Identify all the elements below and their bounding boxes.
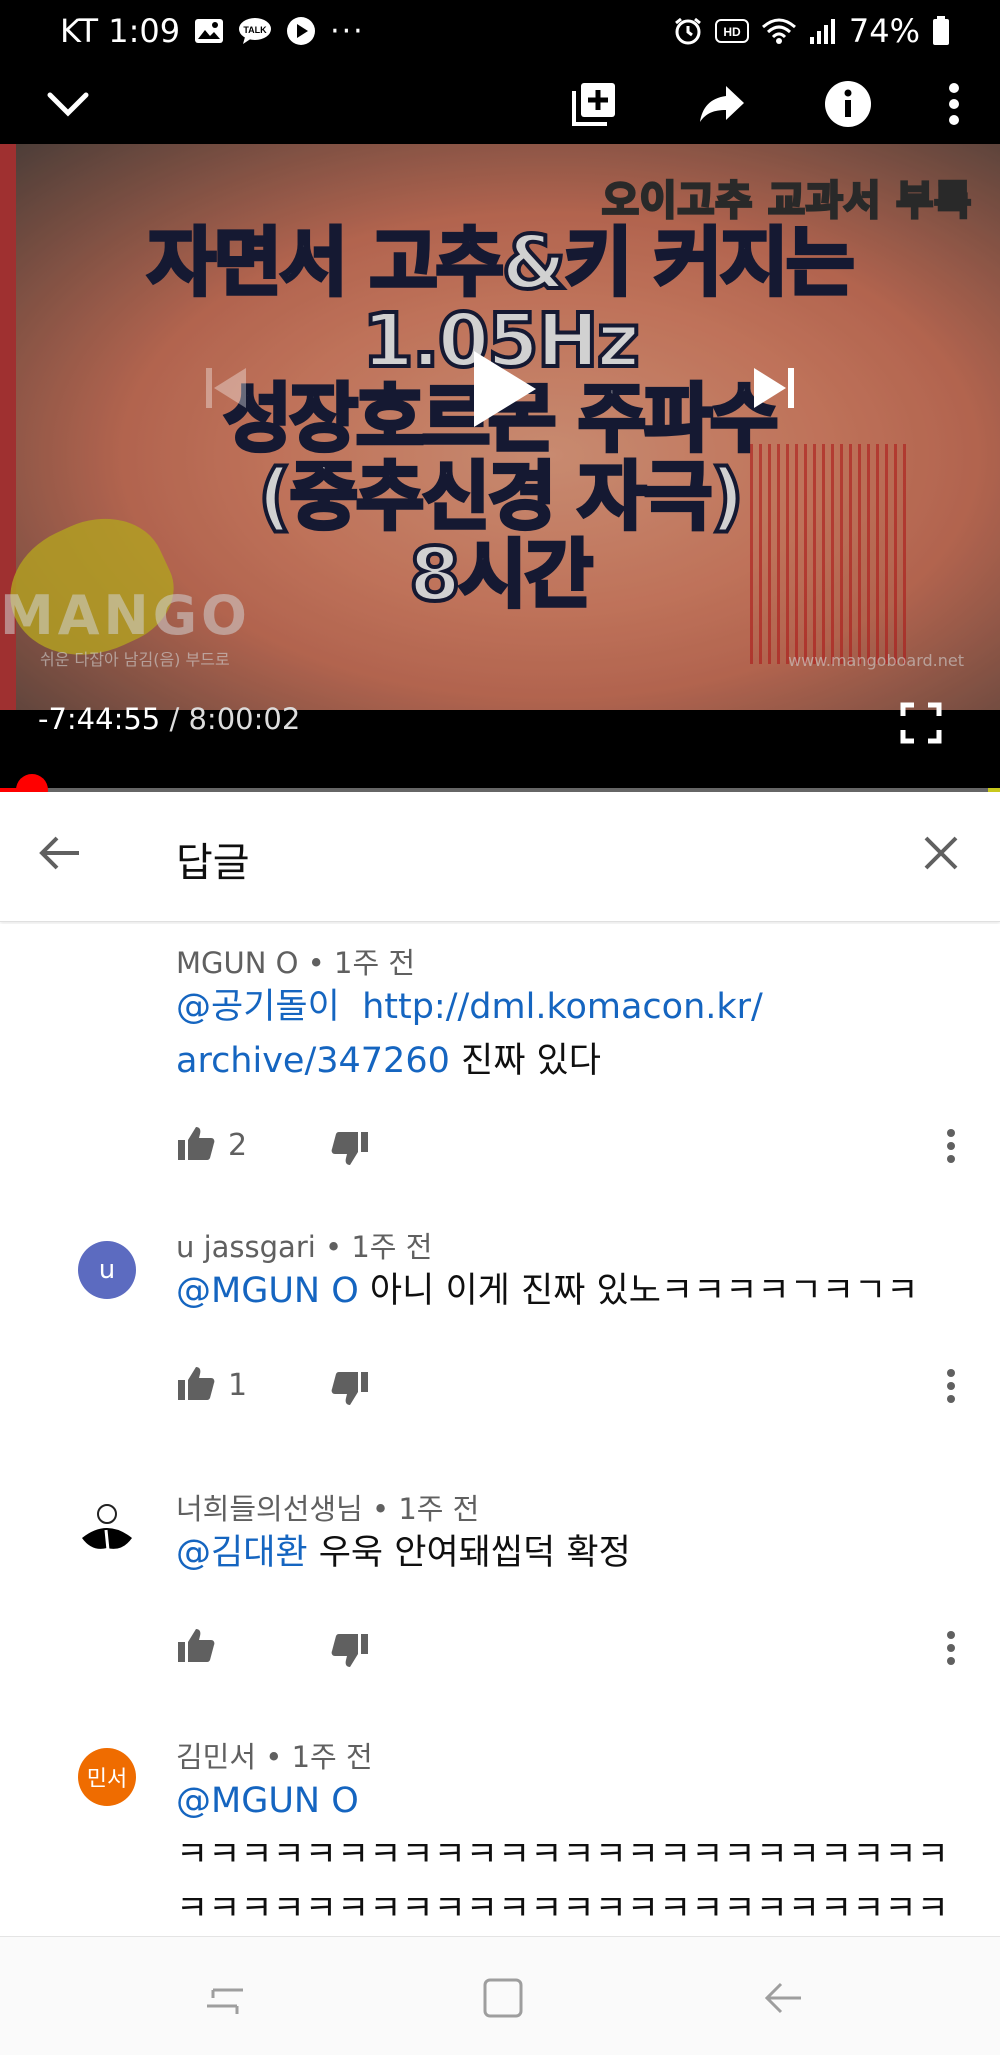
time-remaining: -7:44:55	[38, 702, 161, 736]
fullscreen-icon[interactable]	[900, 702, 942, 744]
reply-actions	[176, 1626, 966, 1670]
hd-icon: HD	[714, 18, 749, 44]
reply-actions: 2	[176, 1124, 966, 1168]
more-vert-icon[interactable]	[936, 1626, 966, 1670]
signal-icon	[809, 17, 837, 45]
previous-icon[interactable]	[196, 358, 256, 418]
next-icon[interactable]	[744, 358, 804, 418]
play-circle-icon	[286, 16, 316, 46]
like-icon[interactable]	[176, 1364, 216, 1404]
close-icon[interactable]	[916, 828, 966, 878]
dislike-icon[interactable]	[330, 1128, 370, 1168]
avatar[interactable]: 민서	[78, 1748, 136, 1806]
wifi-icon	[761, 17, 797, 45]
svg-text:HD: HD	[723, 25, 741, 39]
like-count: 1	[228, 1368, 248, 1403]
status-left: KT 1:09 TALK ···	[60, 8, 365, 54]
reply-mention[interactable]: @MGUN O	[176, 1271, 359, 1311]
meta-separator: •	[256, 1740, 292, 1774]
like-icon[interactable]	[176, 1124, 216, 1164]
reply-meta: 김민서 • 1주 전	[176, 1734, 373, 1776]
share-icon[interactable]	[694, 76, 750, 132]
reply-time: 1주 전	[351, 1230, 433, 1264]
play-icon[interactable]	[460, 344, 550, 434]
video-player[interactable]: MANGO 오이고추 교과서 부록 자면서 고추&키 커지는 1.05Hz 성장…	[0, 62, 1000, 806]
reply-text: @공기돌이 http://dml.komacon.kr/archive/3472…	[176, 980, 956, 1088]
dislike-icon[interactable]	[330, 1630, 370, 1670]
home-icon[interactable]	[476, 1971, 530, 2025]
reply-body: ㅋㅋㅋㅋㅋㅋㅋㅋㅋㅋㅋㅋㅋㅋㅋㅋㅋㅋㅋㅋㅋㅋㅋㅋ	[176, 1889, 949, 1929]
reply-author[interactable]: 김민서	[176, 1740, 256, 1774]
svg-text:TALK: TALK	[243, 25, 267, 35]
alarm-icon	[673, 16, 703, 46]
carrier-time: KT 1:09	[60, 12, 181, 50]
talk-icon: TALK	[238, 17, 272, 45]
more-vert-icon[interactable]	[936, 1124, 966, 1168]
meta-separator: •	[362, 1492, 399, 1526]
replies-header: 답글	[0, 792, 1000, 922]
status-right: HD 74%	[673, 8, 950, 54]
reply-text: @MGUN O ㅋㅋㅋㅋㅋㅋㅋㅋㅋㅋㅋㅋㅋㅋㅋㅋㅋㅋㅋㅋㅋㅋㅋㅋ ㅋㅋㅋㅋㅋㅋㅋ…	[176, 1774, 956, 1936]
minimize-chevron-down-icon[interactable]	[40, 76, 96, 132]
reply-body: 아니 이게 진짜 있노ㅋㅋㅋㅋㄱㅋㄱㅋ	[358, 1271, 919, 1311]
time-display: -7:44:55 / 8:00:02	[38, 702, 300, 736]
meta-separator: •	[298, 946, 335, 980]
reply-text: @MGUN O 아니 이게 진짜 있노ㅋㅋㅋㅋㄱㅋㄱㅋ	[176, 1264, 956, 1318]
reply-text: @김대환 우욱 안여돼씹덕 확정	[176, 1526, 956, 1580]
replies-list[interactable]: MGUN O • 1주 전 @공기돌이 http://dml.komacon.k…	[0, 924, 1000, 1936]
reply-actions: 1	[176, 1364, 966, 1408]
add-to-playlist-icon[interactable]	[566, 76, 622, 132]
reply-mention[interactable]: @공기돌이	[176, 987, 340, 1027]
like-count: 2	[228, 1128, 248, 1163]
player-top-bar	[0, 62, 1000, 146]
time-separator: /	[169, 702, 180, 736]
reply-link-part: http://dml.komacon.kr/	[362, 987, 763, 1027]
reply-author[interactable]: u jassgari	[176, 1230, 316, 1264]
like-icon[interactable]	[176, 1626, 216, 1666]
reply-body: ㅋㅋㅋㅋㅋㅋㅋㅋㅋㅋㅋㅋㅋㅋㅋㅋㅋㅋㅋㅋㅋㅋㅋㅋ	[176, 1835, 949, 1875]
reply-meta: 너희들의선생님 • 1주 전	[176, 1486, 479, 1528]
reply-time: 1주 전	[334, 946, 416, 980]
replies-title: 답글	[176, 840, 250, 886]
reply-time: 1주 전	[398, 1492, 480, 1526]
meta-separator: •	[315, 1230, 352, 1264]
reply-time: 1주 전	[291, 1740, 373, 1774]
recent-apps-icon[interactable]	[198, 1971, 252, 2025]
more-vert-icon[interactable]	[926, 76, 982, 132]
reply-body: 진짜 있다	[449, 1041, 601, 1081]
reply-meta: u jassgari • 1주 전	[176, 1224, 432, 1266]
info-icon[interactable]	[820, 76, 876, 132]
system-nav-bar	[0, 1936, 1000, 2055]
back-arrow-icon[interactable]	[34, 828, 84, 878]
status-bar: KT 1:09 TALK ··· HD 74%	[0, 0, 1000, 62]
back-icon[interactable]	[756, 1971, 810, 2025]
reply-author[interactable]: 너희들의선생님	[176, 1492, 363, 1526]
reply-author[interactable]: MGUN O	[176, 946, 298, 980]
battery-icon	[932, 16, 950, 46]
reply-mention[interactable]: @김대환	[176, 1533, 308, 1573]
reply-meta: MGUN O • 1주 전	[176, 940, 415, 982]
video-thumbnail[interactable]: MANGO 오이고추 교과서 부록 자면서 고추&키 커지는 1.05Hz 성장…	[0, 144, 1000, 710]
reply-body: 우욱 안여돼씹덕 확정	[307, 1533, 631, 1573]
avatar[interactable]: u	[78, 1241, 136, 1299]
avatar[interactable]	[78, 1500, 136, 1558]
gallery-icon	[194, 18, 224, 44]
reply-link-part: archive/347260	[176, 1041, 450, 1081]
more-notifications: ···	[330, 13, 365, 49]
more-vert-icon[interactable]	[936, 1364, 966, 1408]
battery-percent: 74%	[848, 12, 920, 50]
time-total: 8:00:02	[188, 702, 301, 736]
dislike-icon[interactable]	[330, 1368, 370, 1408]
reply-mention[interactable]: @MGUN O	[176, 1781, 359, 1821]
